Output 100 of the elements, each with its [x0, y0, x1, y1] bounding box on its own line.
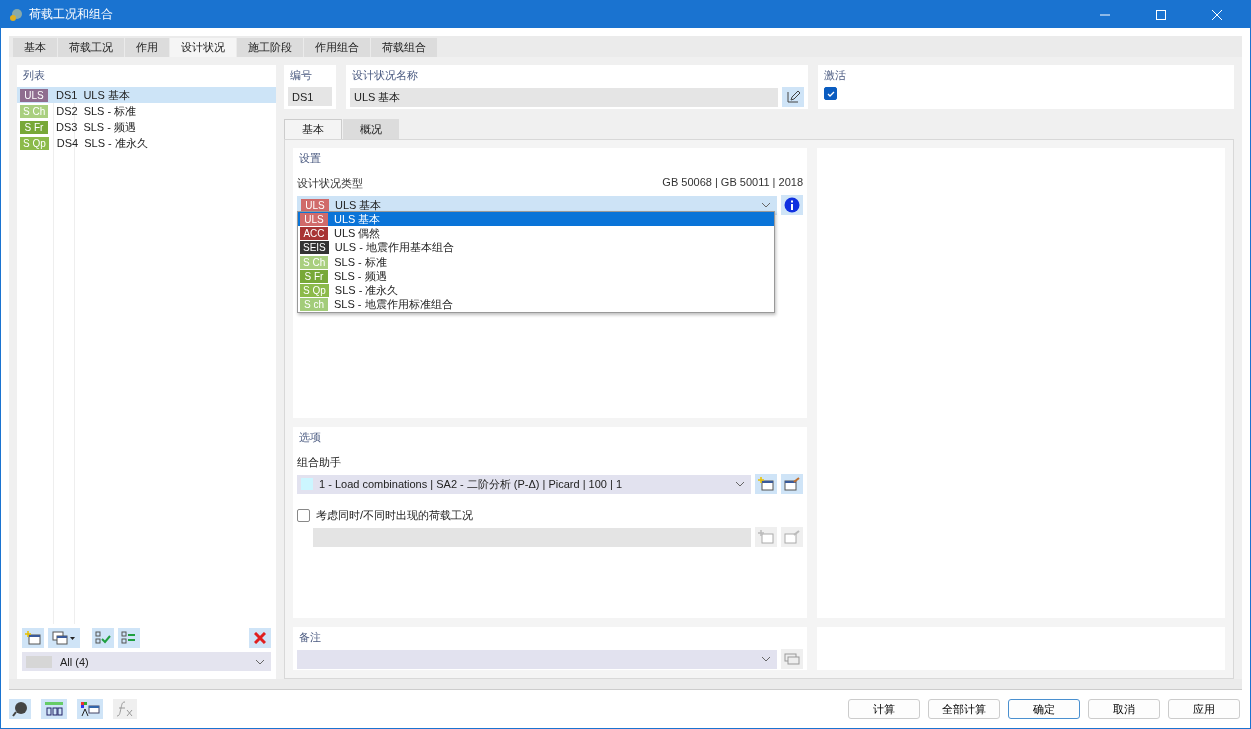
dialog-button[interactable]: 全部计算	[928, 699, 1000, 719]
type-tag: S Qp	[300, 284, 329, 298]
tab[interactable]: 荷载工况	[58, 38, 124, 57]
dropdown-option[interactable]: S ch SLS - 地震作用标准组合	[298, 297, 774, 313]
copy-button[interactable]	[48, 628, 80, 648]
select-value: 1 - Load combinations | SA2 - 二阶分析 (P-Δ) | Picard | 100 | 1	[319, 476, 623, 492]
item-id: DS3	[56, 121, 78, 133]
new-window-icon	[758, 477, 774, 491]
color-swatch	[26, 655, 52, 668]
maximize-icon[interactable]	[1156, 9, 1166, 20]
activate-checkbox[interactable]	[824, 87, 837, 100]
tab[interactable]: 作用	[125, 38, 169, 57]
name-label: 设计状况名称	[351, 68, 419, 83]
item-name: SLS - 准永久	[84, 135, 148, 151]
type-tag: S ch	[300, 298, 328, 312]
new-item-button[interactable]	[755, 474, 777, 494]
list-item[interactable]: S Ch DS2 SLS - 标准	[17, 103, 276, 119]
dropdown-option[interactable]: S Qp SLS - 准永久	[298, 283, 774, 298]
name-field[interactable]: ULS 基本	[350, 87, 778, 107]
tab[interactable]: 基本	[284, 119, 342, 139]
edit-item-button[interactable]	[781, 474, 803, 494]
check-all-button[interactable]	[92, 628, 114, 648]
delete-icon	[254, 632, 266, 644]
chevron-down-icon	[761, 202, 771, 208]
item-id: DS2	[56, 105, 78, 117]
assistant-select[interactable]: 1 - Load combinations | SA2 - 二阶分析 (P-Δ) | Picard | 100 | 1	[297, 474, 751, 494]
toggle-check-button[interactable]	[118, 628, 140, 648]
units-button[interactable]	[41, 699, 67, 719]
close-icon[interactable]	[1212, 9, 1222, 20]
delete-button[interactable]	[249, 628, 271, 648]
type-tag: ULS	[20, 88, 48, 102]
tab[interactable]: 荷载组合	[371, 38, 437, 57]
tab[interactable]: 作用组合	[304, 38, 370, 57]
list-item[interactable]: ULS DS1 ULS 基本	[17, 87, 276, 103]
option-label: SLS - 标准	[334, 254, 387, 270]
tab[interactable]: 基本	[13, 38, 57, 57]
list-title: 列表	[22, 68, 46, 83]
consider-field[interactable]	[313, 527, 751, 547]
tab[interactable]: 概况	[343, 119, 399, 139]
number-label: 编号	[289, 68, 313, 83]
edit-icon	[786, 90, 800, 104]
dialog-button[interactable]: 应用	[1168, 699, 1240, 719]
type-tag: ULS	[301, 198, 329, 212]
item-id: DS1	[56, 89, 78, 101]
option-label: SLS - 准永久	[334, 283, 399, 299]
list-item[interactable]: S Fr DS3 SLS - 频遇	[17, 119, 276, 135]
type-tag: ACC	[300, 226, 328, 240]
dropdown-option[interactable]: S Ch SLS - 标准	[298, 254, 774, 270]
display-button[interactable]	[77, 699, 103, 719]
type-tag: S Qp	[20, 136, 49, 150]
filter-select[interactable]: All (4)	[22, 652, 271, 671]
consider-checkbox[interactable]	[297, 509, 310, 522]
standard-text: GB 50068 | GB 50011 | 2018	[662, 176, 803, 190]
chevron-down-icon	[255, 658, 265, 665]
option-label: ULS - 地震作用基本组合	[334, 240, 454, 256]
dropdown-option[interactable]: ACC ULS 偶然	[298, 226, 774, 241]
type-tag: SEIS	[300, 241, 329, 255]
copy-icon	[52, 631, 76, 645]
new-item-button[interactable]	[22, 628, 44, 648]
window-title: 荷载工况和组合	[29, 6, 113, 23]
chevron-down-icon	[735, 481, 745, 487]
edit-button[interactable]	[782, 87, 804, 107]
checkmark-icon	[826, 89, 835, 98]
new-window-icon	[25, 631, 41, 645]
toggle-list-icon	[121, 631, 137, 645]
chevron-down-icon	[761, 656, 771, 662]
item-id: DS4	[56, 137, 79, 149]
select-value: ULS 基本	[335, 197, 382, 213]
type-tag: ULS	[300, 212, 328, 226]
dialog-button[interactable]: 确定	[1008, 699, 1080, 719]
edit-window-icon	[784, 477, 800, 491]
tab[interactable]: 施工阶段	[237, 38, 303, 57]
help-button[interactable]	[9, 699, 31, 719]
notes-title: 备注	[298, 630, 322, 645]
help-icon	[12, 701, 28, 717]
number-field[interactable]: DS1	[288, 87, 332, 106]
type-label: 设计状况类型	[297, 176, 363, 191]
assistant-label: 组合助手	[296, 455, 342, 470]
tab[interactable]: 设计状况	[170, 38, 236, 57]
activate-label: 激活	[823, 68, 847, 83]
info-button[interactable]	[781, 195, 803, 215]
type-tag: S Fr	[300, 269, 328, 283]
dropdown-option[interactable]: SEIS ULS - 地震作用基本组合	[298, 240, 774, 255]
type-tag: S Ch	[20, 104, 49, 118]
option-label: SLS - 频遇	[334, 268, 387, 284]
settings-title: 设置	[298, 151, 322, 166]
dropdown-option[interactable]: ULS ULS 基本	[298, 212, 774, 227]
list-item[interactable]: S Qp DS4 SLS - 准永久	[17, 135, 276, 151]
option-label: ULS 偶然	[334, 225, 381, 241]
type-tag: S Ch	[300, 255, 329, 269]
windows-icon	[784, 653, 800, 665]
new-window-icon	[758, 530, 774, 544]
item-name: SLS - 频遇	[83, 119, 136, 135]
dropdown-option[interactable]: S Fr SLS - 频遇	[298, 269, 774, 284]
display-settings-icon	[80, 701, 100, 717]
dialog-button[interactable]: 计算	[848, 699, 920, 719]
consider-label: 考虑同时/不同时出现的荷载工况	[316, 508, 474, 523]
select-value: All (4)	[60, 655, 89, 668]
dialog-button[interactable]: 取消	[1088, 699, 1160, 719]
options-title: 选项	[298, 430, 322, 445]
